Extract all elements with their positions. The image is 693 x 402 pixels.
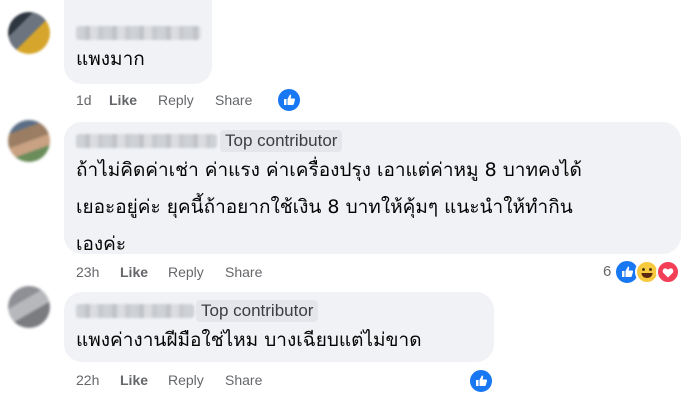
top-contributor-badge: Top contributor (196, 300, 319, 322)
reply-button[interactable]: Reply (168, 372, 204, 388)
comment-text: แพงค่างานฝีมือใช่ไหม บางเฉียบแต่ไม่ขาด (76, 329, 422, 351)
comment-bubble: Top contributor แพงค่างานฝีมือใช่ไหม บาง… (64, 292, 494, 362)
comment-text: ถ้าไม่คิดค่าเช่า ค่าแรง ค่าเครื่องปรุง เ… (76, 159, 582, 255)
commenter-name-redacted[interactable] (76, 134, 217, 148)
comment-text: แพงมาก (76, 48, 145, 70)
comment-bubble: แพงมาก (64, 0, 212, 84)
comment-age[interactable]: 1d (76, 92, 92, 108)
like-button[interactable]: Like (109, 92, 137, 108)
like-button[interactable]: Like (120, 264, 148, 280)
comment-age[interactable]: 22h (76, 372, 99, 388)
comment-2: Top contributor ถ้าไม่คิดค่าเช่า ค่าแรง … (0, 112, 693, 290)
avatar[interactable] (8, 120, 50, 162)
love-reaction-icon[interactable] (656, 260, 680, 284)
share-button[interactable]: Share (225, 264, 262, 280)
commenter-name-redacted[interactable] (76, 304, 194, 318)
avatar[interactable] (8, 12, 50, 54)
top-contributor-badge: Top contributor (220, 130, 343, 152)
comment-3: Top contributor แพงค่างานฝีมือใช่ไหม บาง… (0, 286, 693, 402)
reaction-count[interactable]: 6 (603, 263, 611, 280)
comment-bubble: Top contributor ถ้าไม่คิดค่าเช่า ค่าแรง … (64, 122, 681, 255)
reply-button[interactable]: Reply (158, 92, 194, 108)
like-button[interactable]: Like (120, 372, 148, 388)
avatar[interactable] (8, 286, 50, 328)
like-reaction-icon[interactable] (468, 368, 494, 394)
reply-button[interactable]: Reply (168, 264, 204, 280)
comment-age[interactable]: 23h (76, 264, 99, 280)
share-button[interactable]: Share (215, 92, 252, 108)
comment-1: แพงมาก 1d Like Reply Share (0, 0, 693, 113)
share-button[interactable]: Share (225, 372, 262, 388)
commenter-name-redacted[interactable] (76, 26, 201, 40)
like-reaction-icon[interactable] (276, 87, 302, 113)
